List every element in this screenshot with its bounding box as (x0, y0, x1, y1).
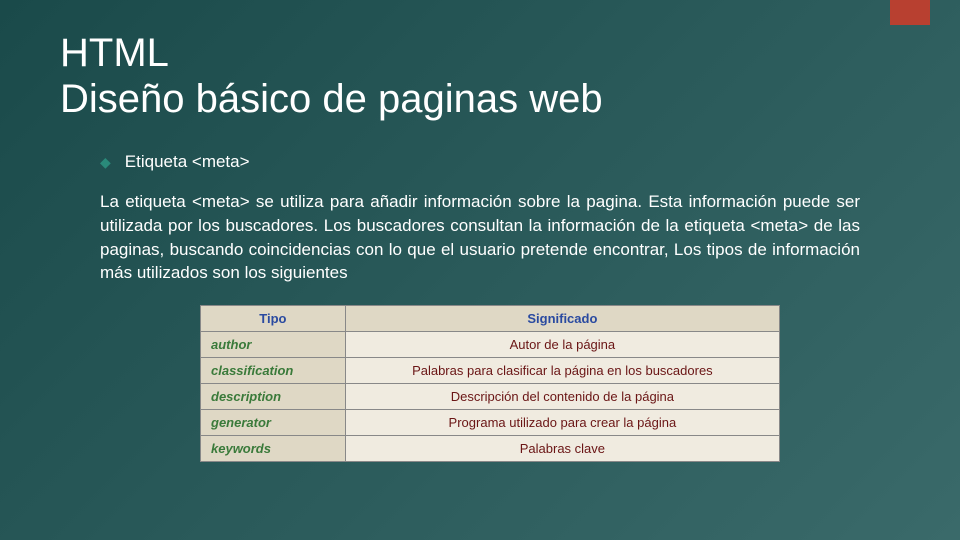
table-container: Tipo Significado author Autor de la pági… (200, 305, 780, 462)
cell-type: classification (201, 358, 346, 384)
bullet-text: Etiqueta <meta> (125, 152, 250, 172)
slide-title: HTML Diseño básico de paginas web (60, 30, 900, 122)
header-significado: Significado (345, 306, 779, 332)
title-line-2: Diseño básico de paginas web (60, 77, 603, 121)
meta-types-table: Tipo Significado author Autor de la pági… (200, 305, 780, 462)
table-row: description Descripción del contenido de… (201, 384, 780, 410)
bullet-line: ◆ Etiqueta <meta> (100, 152, 900, 172)
table-header-row: Tipo Significado (201, 306, 780, 332)
cell-meaning: Descripción del contenido de la página (345, 384, 779, 410)
paragraph: La etiqueta <meta> se utiliza para añadi… (100, 190, 860, 285)
cell-type: author (201, 332, 346, 358)
title-line-1: HTML (60, 31, 169, 75)
header-tipo: Tipo (201, 306, 346, 332)
slide-content: HTML Diseño básico de paginas web ◆ Etiq… (0, 0, 960, 462)
accent-bar (890, 0, 930, 25)
diamond-icon: ◆ (100, 154, 111, 171)
cell-meaning: Palabras clave (345, 436, 779, 462)
table-row: generator Programa utilizado para crear … (201, 410, 780, 436)
table-row: classification Palabras para clasificar … (201, 358, 780, 384)
cell-meaning: Palabras para clasificar la página en lo… (345, 358, 779, 384)
cell-meaning: Programa utilizado para crear la página (345, 410, 779, 436)
cell-type: keywords (201, 436, 346, 462)
table-row: author Autor de la página (201, 332, 780, 358)
cell-meaning: Autor de la página (345, 332, 779, 358)
cell-type: description (201, 384, 346, 410)
table-row: keywords Palabras clave (201, 436, 780, 462)
cell-type: generator (201, 410, 346, 436)
